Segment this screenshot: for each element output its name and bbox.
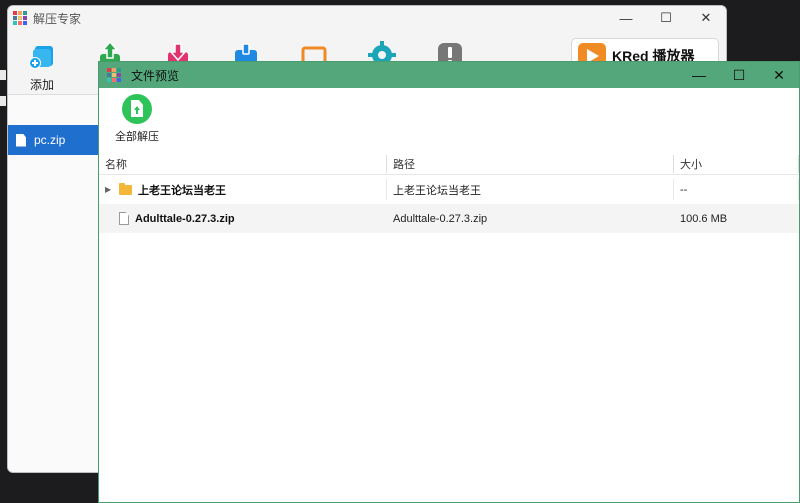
sidebar-item-label: pc.zip xyxy=(34,133,66,147)
archive-sidebar: pc.zip xyxy=(8,94,100,472)
file-preview-window: 文件预览 — ☐ ✕ 全部解压 名称 路径 大小 ▶ 上老王论坛当老王 上老王论… xyxy=(98,61,800,503)
app-logo-icon xyxy=(13,11,27,25)
column-header-size[interactable]: 大小 xyxy=(674,153,799,174)
minimize-button[interactable]: — xyxy=(679,62,719,88)
file-icon xyxy=(119,212,129,225)
row-name: Adulttale-0.27.3.zip xyxy=(135,212,235,225)
column-header-path[interactable]: 路径 xyxy=(387,153,674,174)
row-path: Adulttale-0.27.3.zip xyxy=(393,212,488,225)
app-logo-icon xyxy=(107,68,121,82)
column-header-name[interactable]: 名称 xyxy=(99,153,387,174)
add-button[interactable]: 添加 xyxy=(8,36,76,94)
main-window-title: 解压专家 xyxy=(33,11,82,26)
row-name-cell: Adulttale-0.27.3.zip xyxy=(99,204,387,233)
file-icon xyxy=(16,133,26,147)
row-path: 上老王论坛当老王 xyxy=(387,175,674,204)
extract-all-icon xyxy=(122,94,152,124)
maximize-button[interactable]: ☐ xyxy=(719,62,759,88)
file-table: 名称 路径 大小 ▶ 上老王论坛当老王 上老王论坛当老王 -- Adulttal… xyxy=(99,153,799,233)
extract-all-label: 全部解压 xyxy=(115,131,159,143)
main-window-controls: — ☐ ✕ xyxy=(606,6,726,30)
table-header: 名称 路径 大小 xyxy=(99,153,799,175)
close-button[interactable]: ✕ xyxy=(686,6,726,30)
sidebar-item-archive[interactable]: pc.zip xyxy=(8,125,100,155)
preview-window-controls: — ☐ ✕ xyxy=(679,62,799,88)
preview-window-title: 文件预览 xyxy=(131,68,180,83)
desktop-file-icon xyxy=(0,96,6,106)
desktop-file-icon xyxy=(0,70,6,80)
row-size: 100.6 MB xyxy=(680,212,728,225)
preview-toolbar: 全部解压 xyxy=(99,88,799,152)
folder-icon xyxy=(119,182,132,195)
row-size: -- xyxy=(674,175,799,204)
desktop-edge xyxy=(0,70,6,122)
close-button[interactable]: ✕ xyxy=(759,62,799,88)
add-files-icon xyxy=(27,40,57,70)
table-row[interactable]: Adulttale-0.27.3.zip Adulttale-0.27.3.zi… xyxy=(99,204,799,233)
minimize-button[interactable]: — xyxy=(606,6,646,30)
expand-arrow-icon[interactable]: ▶ xyxy=(105,185,113,194)
table-row[interactable]: ▶ 上老王论坛当老王 上老王论坛当老王 -- xyxy=(99,175,799,204)
row-name-cell: ▶ 上老王论坛当老王 xyxy=(99,175,387,204)
add-button-label: 添加 xyxy=(29,78,54,92)
row-name: 上老王论坛当老王 xyxy=(138,184,226,197)
maximize-button[interactable]: ☐ xyxy=(646,6,686,30)
extract-all-button[interactable]: 全部解压 xyxy=(115,94,159,144)
